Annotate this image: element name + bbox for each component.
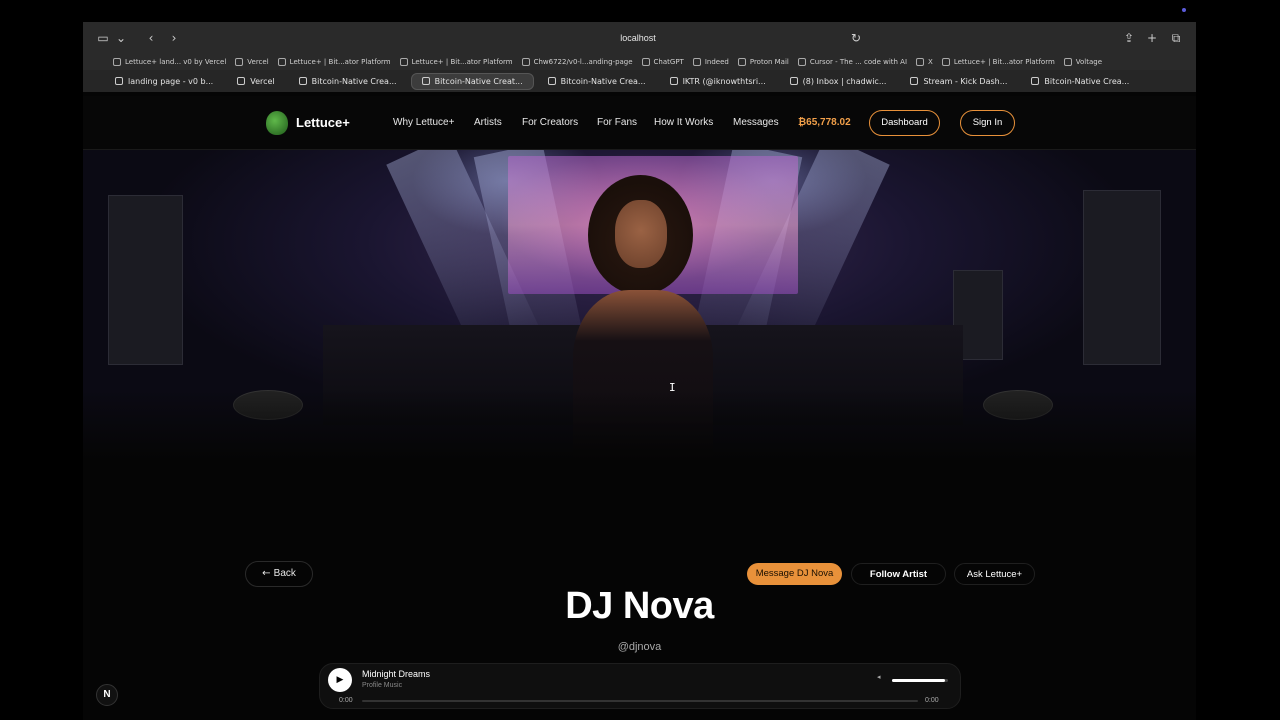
browser-tab[interactable]: (8) Inbox | chadwic...: [780, 73, 897, 90]
bookmark-icon: [941, 58, 950, 66]
bookmark-item[interactable]: X: [916, 58, 933, 66]
notification-dot: [1182, 8, 1186, 12]
voltage-icon: [1063, 58, 1072, 66]
follow-artist-button[interactable]: Follow Artist: [851, 563, 946, 585]
forward-nav-icon[interactable]: ›: [166, 30, 182, 46]
tab-overview-icon[interactable]: ⧉: [1168, 30, 1184, 46]
bookmark-icon: [277, 58, 286, 66]
bookmark-item[interactable]: Lettuce+ | Bit...ator Platform: [941, 58, 1055, 66]
bookmark-item[interactable]: Voltage: [1063, 58, 1102, 66]
reload-icon[interactable]: ↻: [848, 30, 864, 46]
back-nav-icon[interactable]: ‹: [143, 30, 159, 46]
music-player: ▶ Midnight Dreams Profile Music ◂ 0:00 0…: [319, 663, 961, 709]
time-total: 0:00: [925, 697, 939, 704]
nextjs-dev-badge[interactable]: N: [96, 684, 118, 706]
time-elapsed: 0:00: [339, 697, 353, 704]
hero-fade: [83, 390, 1196, 460]
tab-favicon-icon: [1031, 77, 1040, 85]
browser-tab[interactable]: landing page - v0 b...: [105, 73, 223, 90]
address-bar[interactable]: localhost: [413, 28, 863, 48]
nav-how-it-works[interactable]: How It Works: [654, 117, 713, 128]
tab-bar: landing page - v0 b... Vercel Bitcoin-Na…: [83, 70, 1196, 92]
artist-name: DJ Nova: [565, 585, 714, 627]
browser-tab[interactable]: Vercel: [227, 73, 284, 90]
text-cursor-icon: I: [669, 381, 676, 394]
ask-lettuce-button[interactable]: Ask Lettuce+: [954, 563, 1035, 585]
bookmark-icon: [235, 58, 244, 66]
chatgpt-icon: [641, 58, 650, 66]
new-tab-icon[interactable]: +: [1144, 30, 1160, 46]
volume-fill: [892, 679, 946, 682]
dashboard-button[interactable]: Dashboard: [869, 110, 940, 136]
sidebar-toggle-icon[interactable]: ▭: [95, 30, 111, 46]
bookmark-item[interactable]: Cursor - The ... code with AI: [797, 58, 907, 66]
browser-tab[interactable]: IKTR (@iknowthtsri...: [660, 73, 776, 90]
bookmark-item[interactable]: ChatGPT: [641, 58, 684, 66]
bookmark-item[interactable]: Vercel: [235, 58, 269, 66]
volume-slider[interactable]: [892, 679, 948, 682]
bookmark-icon: [113, 58, 121, 66]
arrow-left-icon: ←: [262, 568, 274, 579]
lettuce-logo-icon[interactable]: [266, 111, 288, 135]
browser-tab-active[interactable]: Bitcoin-Native Creat...: [410, 72, 534, 90]
indeed-icon: [692, 58, 701, 66]
browser-tab[interactable]: Bitcoin-Native Crea...: [289, 73, 407, 90]
browser-window: ▭ ⌄ ‹ › ▤ localhost ↻ ⇪ + ⧉ Lettuce+ lan…: [83, 22, 1196, 720]
github-icon: [521, 58, 530, 66]
tab-favicon-icon: [298, 77, 307, 85]
tab-favicon-icon: [115, 77, 123, 85]
tab-favicon-icon: [547, 77, 556, 85]
nav-for-fans[interactable]: For Fans: [597, 117, 637, 128]
nav-artists[interactable]: Artists: [474, 117, 502, 128]
back-button[interactable]: ← Back: [245, 561, 313, 587]
browser-toolbar: ▭ ⌄ ‹ › ▤ localhost ↻ ⇪ + ⧉: [83, 22, 1196, 54]
play-icon[interactable]: ▶: [328, 668, 352, 692]
browser-tab[interactable]: Bitcoin-Native Crea...: [1021, 73, 1139, 90]
speaker-left: [108, 195, 183, 365]
nav-why-lettuce[interactable]: Why Lettuce+: [393, 117, 454, 128]
share-icon[interactable]: ⇪: [1121, 30, 1137, 46]
site-header: Lettuce+ Why Lettuce+ Artists For Creato…: [83, 96, 1196, 150]
track-title: Midnight Dreams: [362, 669, 431, 679]
vercel-icon: [237, 77, 246, 85]
bookmark-item[interactable]: Proton Mail: [737, 58, 789, 66]
volume-icon[interactable]: ◂: [877, 673, 881, 681]
browser-tab[interactable]: Bitcoin-Native Crea...: [538, 73, 656, 90]
track-artist: Profile Music: [362, 682, 403, 689]
chevron-down-icon[interactable]: ⌄: [113, 30, 129, 46]
bookmark-item[interactable]: Indeed: [692, 58, 729, 66]
bookmarks-bar: Lettuce+ land... v0 by Vercel Vercel Let…: [83, 54, 1196, 70]
x-icon: [916, 58, 925, 66]
bookmark-item[interactable]: Lettuce+ | Bit...ator Platform: [277, 58, 391, 66]
brand-name[interactable]: Lettuce+: [296, 115, 350, 130]
dj-face: [615, 200, 667, 268]
mail-icon: [789, 77, 798, 85]
bitcoin-balance: ₿65,778.02: [798, 117, 851, 128]
bookmark-icon: [399, 58, 408, 66]
hero-image: [83, 150, 1196, 460]
sign-in-button[interactable]: Sign In: [960, 110, 1015, 136]
bookmark-item[interactable]: Lettuce+ | Bit...ator Platform: [399, 58, 513, 66]
proton-mail-icon: [737, 58, 746, 66]
nav-messages[interactable]: Messages: [733, 117, 779, 128]
bookmark-item[interactable]: Chw6722/v0-l...anding-page: [521, 58, 633, 66]
artist-handle: @djnova: [617, 641, 662, 653]
x-icon: [669, 77, 678, 85]
speaker-right: [1083, 190, 1161, 365]
cursor-icon: [797, 58, 806, 66]
browser-tab[interactable]: Stream - Kick Dash...: [900, 73, 1017, 90]
message-artist-button[interactable]: Message DJ Nova: [747, 563, 842, 585]
kick-icon: [910, 77, 919, 85]
nav-for-creators[interactable]: For Creators: [522, 117, 578, 128]
tab-favicon-icon: [421, 77, 430, 85]
progress-slider[interactable]: [362, 700, 918, 702]
bookmark-item[interactable]: Lettuce+ land... v0 by Vercel: [113, 58, 226, 66]
